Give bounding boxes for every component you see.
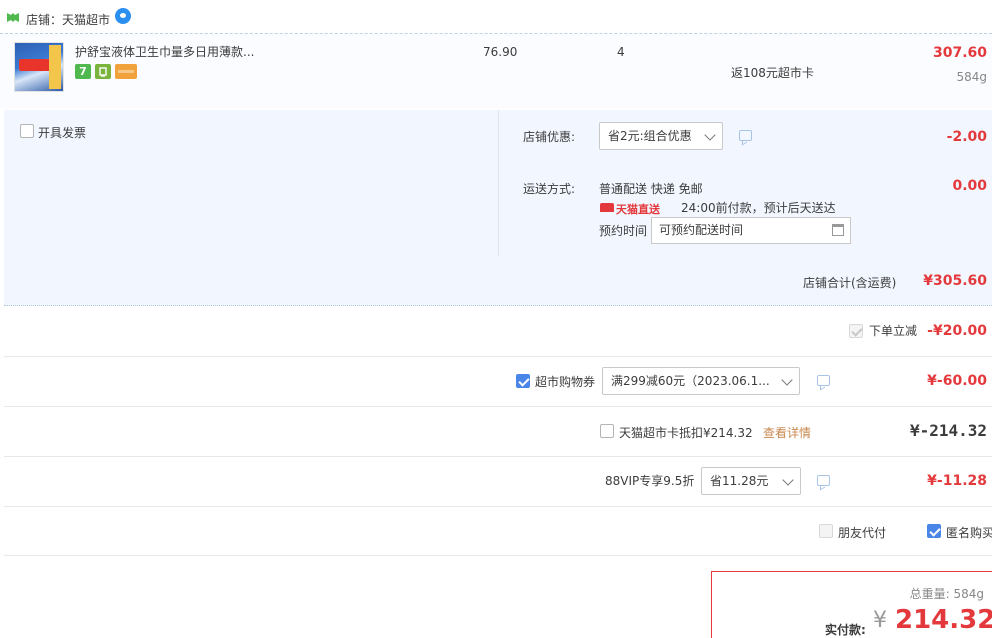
shipping-label: 运送方式: — [523, 182, 576, 196]
message-icon[interactable] — [817, 475, 830, 486]
friend-pay-checkbox[interactable] — [819, 524, 833, 538]
tmall-direct-text: 天猫直送 — [616, 203, 660, 216]
tmall-store-icon — [7, 13, 19, 22]
tmall-cat-icon — [600, 203, 614, 212]
friend-pay-label[interactable]: 朋友代付 — [838, 524, 886, 541]
rebate-text: 返108元超市卡 — [731, 66, 814, 80]
divider — [4, 555, 992, 556]
store-discount-select[interactable]: 省2元:组合优惠 — [599, 122, 723, 150]
coupon-value: 满299减60元（2023.06.1... — [611, 374, 770, 388]
unit-price: 76.90 — [483, 45, 518, 59]
shipping-method: 普通配送 快递 免邮 — [599, 182, 703, 196]
currency-symbol: ¥ — [873, 608, 887, 633]
store-discount-value: 省2元:组合优惠 — [608, 129, 692, 143]
anonymous-checkbox[interactable] — [927, 524, 941, 538]
store-total-label: 店铺合计(含运费) — [803, 276, 897, 290]
store-discount-amount: -2.00 — [946, 129, 987, 145]
coupon-checkbox[interactable] — [516, 374, 530, 388]
quantity: 4 — [617, 45, 625, 59]
shield-icon — [99, 66, 107, 77]
view-details-link[interactable]: 查看详情 — [763, 424, 811, 441]
reserve-time-input[interactable]: 可预约配送时间 — [651, 217, 851, 244]
divider — [4, 456, 992, 457]
divider — [4, 506, 992, 507]
chevron-down-icon — [782, 474, 794, 486]
item-subtotal: 307.60 — [932, 45, 987, 61]
store-header — [0, 0, 992, 34]
total-weight: 总重量: 584g — [909, 587, 984, 601]
invoice-checkbox[interactable] — [20, 124, 34, 138]
message-icon[interactable] — [817, 375, 830, 386]
message-icon[interactable] — [739, 130, 752, 141]
vip-label: 88VIP专享9.5折 — [605, 474, 695, 488]
product-thumbnail[interactable] — [14, 42, 64, 92]
vip-select[interactable]: 省11.28元 — [701, 467, 801, 495]
card-deduct-amount: ¥-214.32 — [909, 421, 987, 440]
coupon-select[interactable]: 满299减60元（2023.06.1... — [602, 367, 800, 395]
panel-divider — [498, 110, 499, 256]
coupon-amount: ¥-60.00 — [927, 373, 987, 389]
item-weight: 584g — [956, 70, 987, 84]
coupon-label[interactable]: 超市购物券 — [535, 373, 595, 390]
wangwang-chat-icon[interactable] — [115, 8, 131, 24]
card-payment-badge-icon[interactable] — [115, 64, 137, 79]
shipping-amount: 0.00 — [952, 178, 987, 194]
vip-amount: ¥-11.28 — [927, 473, 987, 489]
actual-pay-amount: 214.32 — [895, 605, 992, 635]
store-discount-label: 店铺优惠: — [523, 130, 576, 144]
tmall-direct-logo: 天猫直送 — [600, 201, 670, 216]
instant-discount-amount: -¥20.00 — [927, 323, 987, 339]
divider — [4, 356, 992, 357]
product-title[interactable]: 护舒宝液体卫生巾量多日用薄款... — [75, 43, 254, 60]
chevron-down-icon — [781, 374, 793, 386]
card-deduct-label[interactable]: 天猫超市卡抵扣¥214.32 — [619, 424, 753, 441]
chevron-down-icon — [704, 129, 716, 141]
seven-day-return-badge-icon[interactable]: 7 — [75, 64, 91, 79]
instant-discount-label: 下单立减 — [869, 324, 918, 338]
store-total-amount: ¥305.60 — [923, 273, 987, 289]
store-name[interactable]: 店铺：天猫超市 — [26, 11, 110, 28]
card-deduct-checkbox[interactable] — [600, 424, 614, 438]
anonymous-label[interactable]: 匿名购买 — [946, 524, 992, 541]
invoice-label[interactable]: 开具发票 — [38, 124, 86, 141]
instant-discount-checkbox[interactable] — [849, 324, 863, 338]
delivery-promise: 24:00前付款，预计后天送达 — [681, 201, 836, 215]
actual-pay-label: 实付款: — [825, 623, 866, 637]
reserve-time-label: 预约时间 — [599, 224, 648, 238]
vip-value: 省11.28元 — [710, 474, 769, 488]
divider — [4, 406, 992, 407]
calendar-icon[interactable] — [832, 224, 844, 236]
reserve-time-placeholder: 可预约配送时间 — [659, 223, 744, 237]
guarantee-badge-icon[interactable] — [95, 64, 111, 79]
